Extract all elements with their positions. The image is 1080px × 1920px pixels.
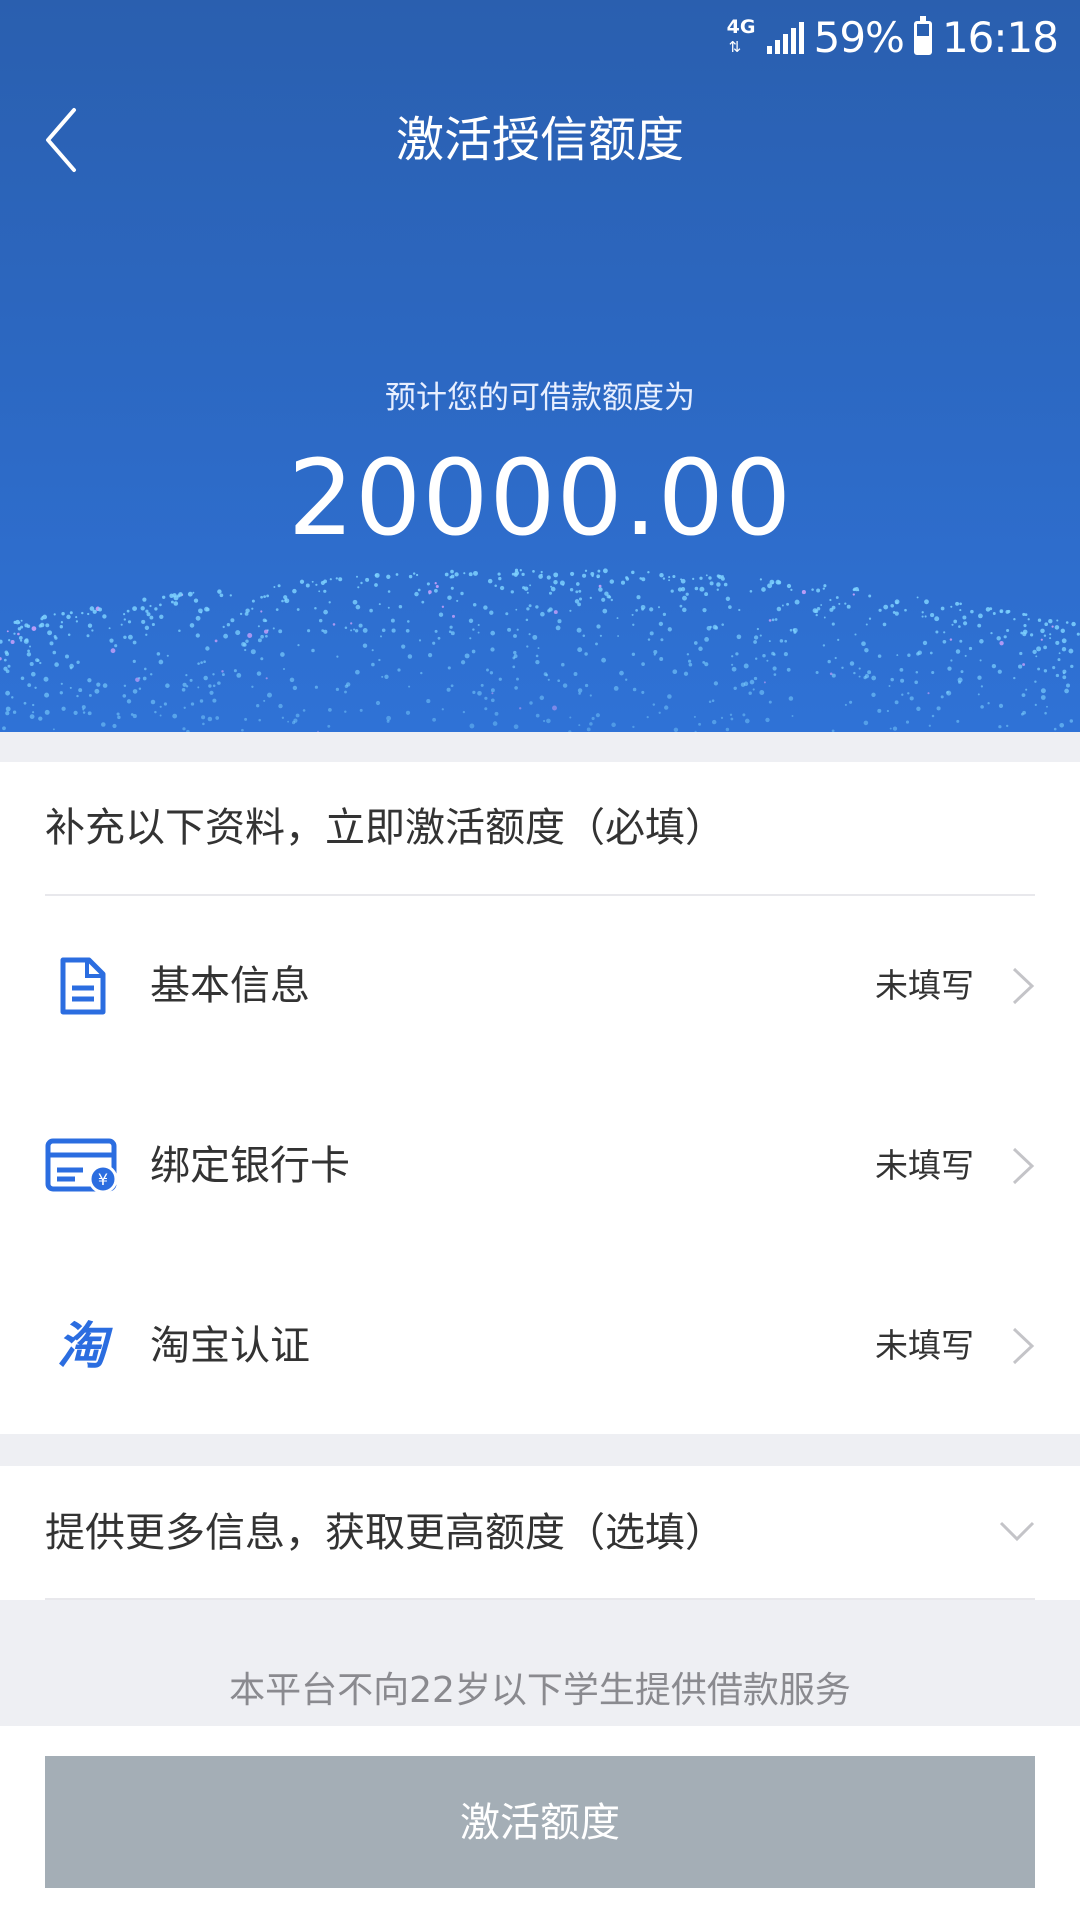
clock: 16:18: [941, 13, 1059, 62]
credit-amount: 20000.00: [287, 437, 793, 559]
taobao-icon: 淘: [44, 1312, 120, 1380]
status-bar: 4G ⇅ 59% 16:18: [727, 12, 1059, 64]
document-icon: [44, 952, 120, 1020]
required-info-card: 补充以下资料，立即激活额度（必填） 基本信息 未填写 ¥ 绑定银行卡 未填写 淘…: [0, 762, 1080, 1434]
row-label: 绑定银行卡: [150, 1143, 350, 1189]
chevron-right-icon: [1012, 1147, 1035, 1185]
data-arrows-icon: ⇅: [728, 38, 742, 56]
network-type: 4G: [726, 16, 756, 38]
required-section-title: 补充以下资料，立即激活额度（必填）: [45, 805, 725, 851]
student-notice: 本平台不向22岁以下学生提供借款服务: [229, 1670, 851, 1711]
chevron-right-icon: [1012, 1327, 1035, 1365]
activate-credit-button[interactable]: 激活额度: [45, 1756, 1035, 1888]
row-status: 未填写: [875, 966, 974, 1005]
bank-card-icon: ¥: [44, 1132, 120, 1200]
battery-percent: 59%: [813, 13, 905, 62]
hero-banner: 4G ⇅ 59% 16:18 激活授信额度 预计您的可借款额度为 20000.0…: [0, 0, 1080, 732]
network-indicator: 4G ⇅: [727, 16, 757, 60]
row-taobao-auth[interactable]: 淘 淘宝认证 未填写: [0, 1256, 1080, 1436]
row-basic-info[interactable]: 基本信息 未填写: [0, 896, 1080, 1076]
row-status: 未填写: [875, 1146, 974, 1185]
chevron-down-icon: [999, 1521, 1035, 1542]
taobao-glyph: 淘: [57, 1317, 107, 1375]
row-label: 淘宝认证: [150, 1323, 310, 1369]
page-title: 激活授信额度: [395, 112, 684, 168]
row-bind-bank-card[interactable]: ¥ 绑定银行卡 未填写: [0, 1076, 1080, 1256]
battery-icon: [913, 16, 932, 55]
optional-section-title: 提供更多信息，获取更高额度（选填）: [45, 1510, 725, 1556]
optional-info-toggle[interactable]: 提供更多信息，获取更高额度（选填）: [0, 1466, 1080, 1600]
row-status: 未填写: [875, 1326, 974, 1365]
svg-text:¥: ¥: [98, 1170, 108, 1189]
footer-bar: 激活额度: [0, 1726, 1080, 1920]
row-label: 基本信息: [150, 963, 310, 1009]
credit-subtitle: 预计您的可借款额度为: [385, 380, 695, 416]
chevron-right-icon: [1012, 967, 1035, 1005]
signal-icon: [766, 22, 804, 54]
divider: [45, 1598, 1035, 1600]
